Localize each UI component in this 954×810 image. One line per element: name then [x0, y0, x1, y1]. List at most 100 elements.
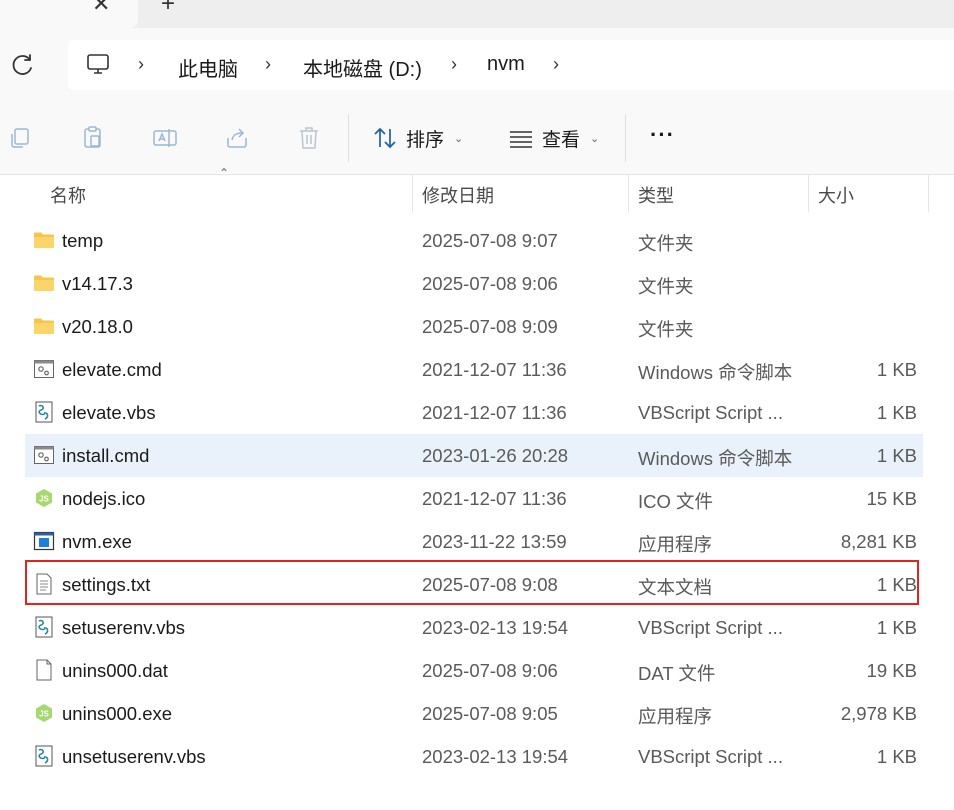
- file-modified-date: 2021-12-07 11:36: [422, 359, 567, 380]
- file-modified-date: 2025-07-08 9:07: [422, 230, 558, 251]
- sort-button[interactable]: 排序 ⌄: [372, 122, 463, 154]
- paste-icon[interactable]: [79, 124, 107, 152]
- svg-text:JS: JS: [39, 710, 49, 719]
- chevron-down-icon: ⌄: [590, 132, 600, 145]
- exe-icon: [33, 530, 55, 552]
- column-header-date[interactable]: 修改日期: [422, 182, 494, 208]
- refresh-icon[interactable]: [10, 52, 36, 78]
- share-icon[interactable]: [223, 124, 251, 152]
- more-options-button[interactable]: ···: [650, 122, 675, 148]
- vbs-script-icon: [33, 745, 55, 767]
- file-row[interactable]: install.cmd 2023-01-26 20:28 Windows 命令脚本 1…: [25, 434, 923, 477]
- file-size: 19 KB: [866, 660, 917, 681]
- file-modified-date: 2023-02-13 19:54: [422, 746, 569, 767]
- file-size: 8,281 KB: [840, 531, 917, 552]
- file-type: Windows 命令脚本: [638, 448, 793, 469]
- file-row[interactable]: setuserenv.vbs 2023-02-13 19:54 VBScript S…: [25, 606, 923, 649]
- folder-icon: [33, 315, 55, 337]
- file-name: v20.18.0: [62, 316, 133, 337]
- navigation-bar: › 此电脑 › 本地磁盘 (D:) › nvm ›: [0, 28, 954, 102]
- file-size: 1 KB: [876, 359, 917, 380]
- file-name: elevate.cmd: [62, 359, 162, 380]
- folder-icon: [33, 272, 55, 294]
- highlight-box: [25, 560, 919, 605]
- column-header-name[interactable]: 名称: [50, 182, 86, 208]
- file-size: 1 KB: [876, 402, 917, 423]
- column-divider[interactable]: [412, 174, 413, 212]
- file-type: 应用程序: [638, 534, 713, 555]
- column-divider[interactable]: [928, 174, 929, 212]
- file-row[interactable]: temp 2025-07-08 9:07 文件夹: [25, 219, 923, 262]
- file-size: 15 KB: [866, 488, 917, 509]
- file-modified-date: 2021-12-07 11:36: [422, 488, 567, 509]
- close-tab-icon[interactable]: ✕: [92, 0, 110, 17]
- file-modified-date: 2021-12-07 11:36: [422, 402, 567, 423]
- file-row[interactable]: nvm.exe 2023-11-22 13:59 应用程序 8,281 KB: [25, 520, 923, 563]
- file-modified-date: 2023-11-22 13:59: [422, 531, 567, 552]
- nodejs-icon: JS: [33, 487, 55, 509]
- folder-icon: [33, 229, 55, 251]
- file-name: unins000.exe: [62, 703, 173, 724]
- file-row[interactable]: v20.18.0 2025-07-08 9:09 文件夹: [25, 305, 923, 348]
- rename-icon[interactable]: [151, 124, 179, 152]
- vbs-script-icon: [33, 401, 55, 423]
- breadcrumb-local-disk-d[interactable]: 本地磁盘 (D:): [303, 53, 422, 82]
- file-name: nvm.exe: [62, 531, 132, 552]
- column-header-type[interactable]: 类型: [638, 182, 674, 208]
- file-name: unsetuserenv.vbs: [62, 746, 206, 767]
- file-type: ICO 文件: [638, 491, 714, 512]
- file-modified-date: 2025-07-08 9:05: [422, 703, 558, 724]
- file-name: setuserenv.vbs: [62, 617, 186, 638]
- file-name: nodejs.ico: [62, 488, 146, 509]
- file-name: v14.17.3: [62, 273, 133, 294]
- breadcrumb-nvm[interactable]: nvm: [487, 53, 525, 76]
- address-bar[interactable]: › 此电脑 › 本地磁盘 (D:) › nvm ›: [68, 40, 954, 90]
- computer-icon[interactable]: [86, 52, 110, 76]
- file-name: elevate.vbs: [62, 402, 156, 423]
- copy-icon[interactable]: [7, 124, 35, 152]
- file-type: Windows 命令脚本: [638, 362, 793, 383]
- file-size: 2,978 KB: [840, 703, 917, 724]
- chevron-right-icon[interactable]: ›: [553, 54, 559, 75]
- toolbar-divider: [625, 114, 626, 162]
- file-row[interactable]: v14.17.3 2025-07-08 9:06 文件夹: [25, 262, 923, 305]
- file-row[interactable]: unsetuserenv.vbs 2023-02-13 19:54 VBScript…: [25, 735, 923, 778]
- file-type: VBScript Script ...: [638, 402, 783, 423]
- file-modified-date: 2025-07-08 9:06: [422, 273, 558, 294]
- file-row[interactable]: unins000.dat 2025-07-08 9:06 DAT 文件 19 KB: [25, 649, 923, 692]
- file-row[interactable]: elevate.cmd 2021-12-07 11:36 Windows 命令脚本 1…: [25, 348, 923, 391]
- chevron-right-icon[interactable]: ›: [138, 54, 144, 75]
- tab-nvm[interactable]: ✕: [0, 0, 138, 28]
- file-modified-date: 2023-02-13 19:54: [422, 617, 569, 638]
- file-modified-date: 2025-07-08 9:09: [422, 316, 558, 337]
- view-icon: [510, 131, 532, 148]
- file-row[interactable]: JS unins000.exe 2025-07-08 9:05 应用程序 2,978 K…: [25, 692, 923, 735]
- file-type: DAT 文件: [638, 663, 716, 684]
- file-size: 1 KB: [876, 445, 917, 466]
- file-modified-date: 2025-07-08 9:06: [422, 660, 558, 681]
- cmd-script-icon: [33, 358, 55, 380]
- file-modified-date: 2023-01-26 20:28: [422, 445, 569, 466]
- chevron-right-icon[interactable]: ›: [451, 54, 457, 75]
- view-button[interactable]: 查看 ⌄: [508, 122, 599, 154]
- file-name: temp: [62, 230, 104, 251]
- file-row[interactable]: elevate.vbs 2021-12-07 11:36 VBScript Scri…: [25, 391, 923, 434]
- column-header-size[interactable]: 大小: [818, 182, 854, 208]
- file-type: 文件夹: [638, 276, 694, 297]
- file-row[interactable]: JS nodejs.ico 2021-12-07 11:36 ICO 文件 15 KB: [25, 477, 923, 520]
- new-tab-button[interactable]: +: [161, 0, 175, 18]
- command-bar: 排序 ⌄ 查看 ⌄ ···: [0, 102, 954, 175]
- column-divider[interactable]: [628, 174, 629, 212]
- chevron-right-icon[interactable]: ›: [265, 54, 271, 75]
- file-name: unins000.dat: [62, 660, 168, 681]
- column-header-row: 名称 修改日期 类型 大小: [0, 174, 954, 212]
- toolbar-divider: [348, 114, 349, 162]
- chevron-down-icon: ⌄: [454, 132, 464, 145]
- breadcrumb-this-pc[interactable]: 此电脑: [178, 53, 238, 82]
- file-type: 文件夹: [638, 319, 694, 340]
- nodejs-icon: JS: [33, 702, 55, 724]
- svg-text:JS: JS: [39, 495, 49, 504]
- file-name: install.cmd: [62, 445, 150, 466]
- column-divider[interactable]: [808, 174, 809, 212]
- delete-icon[interactable]: [295, 124, 323, 152]
